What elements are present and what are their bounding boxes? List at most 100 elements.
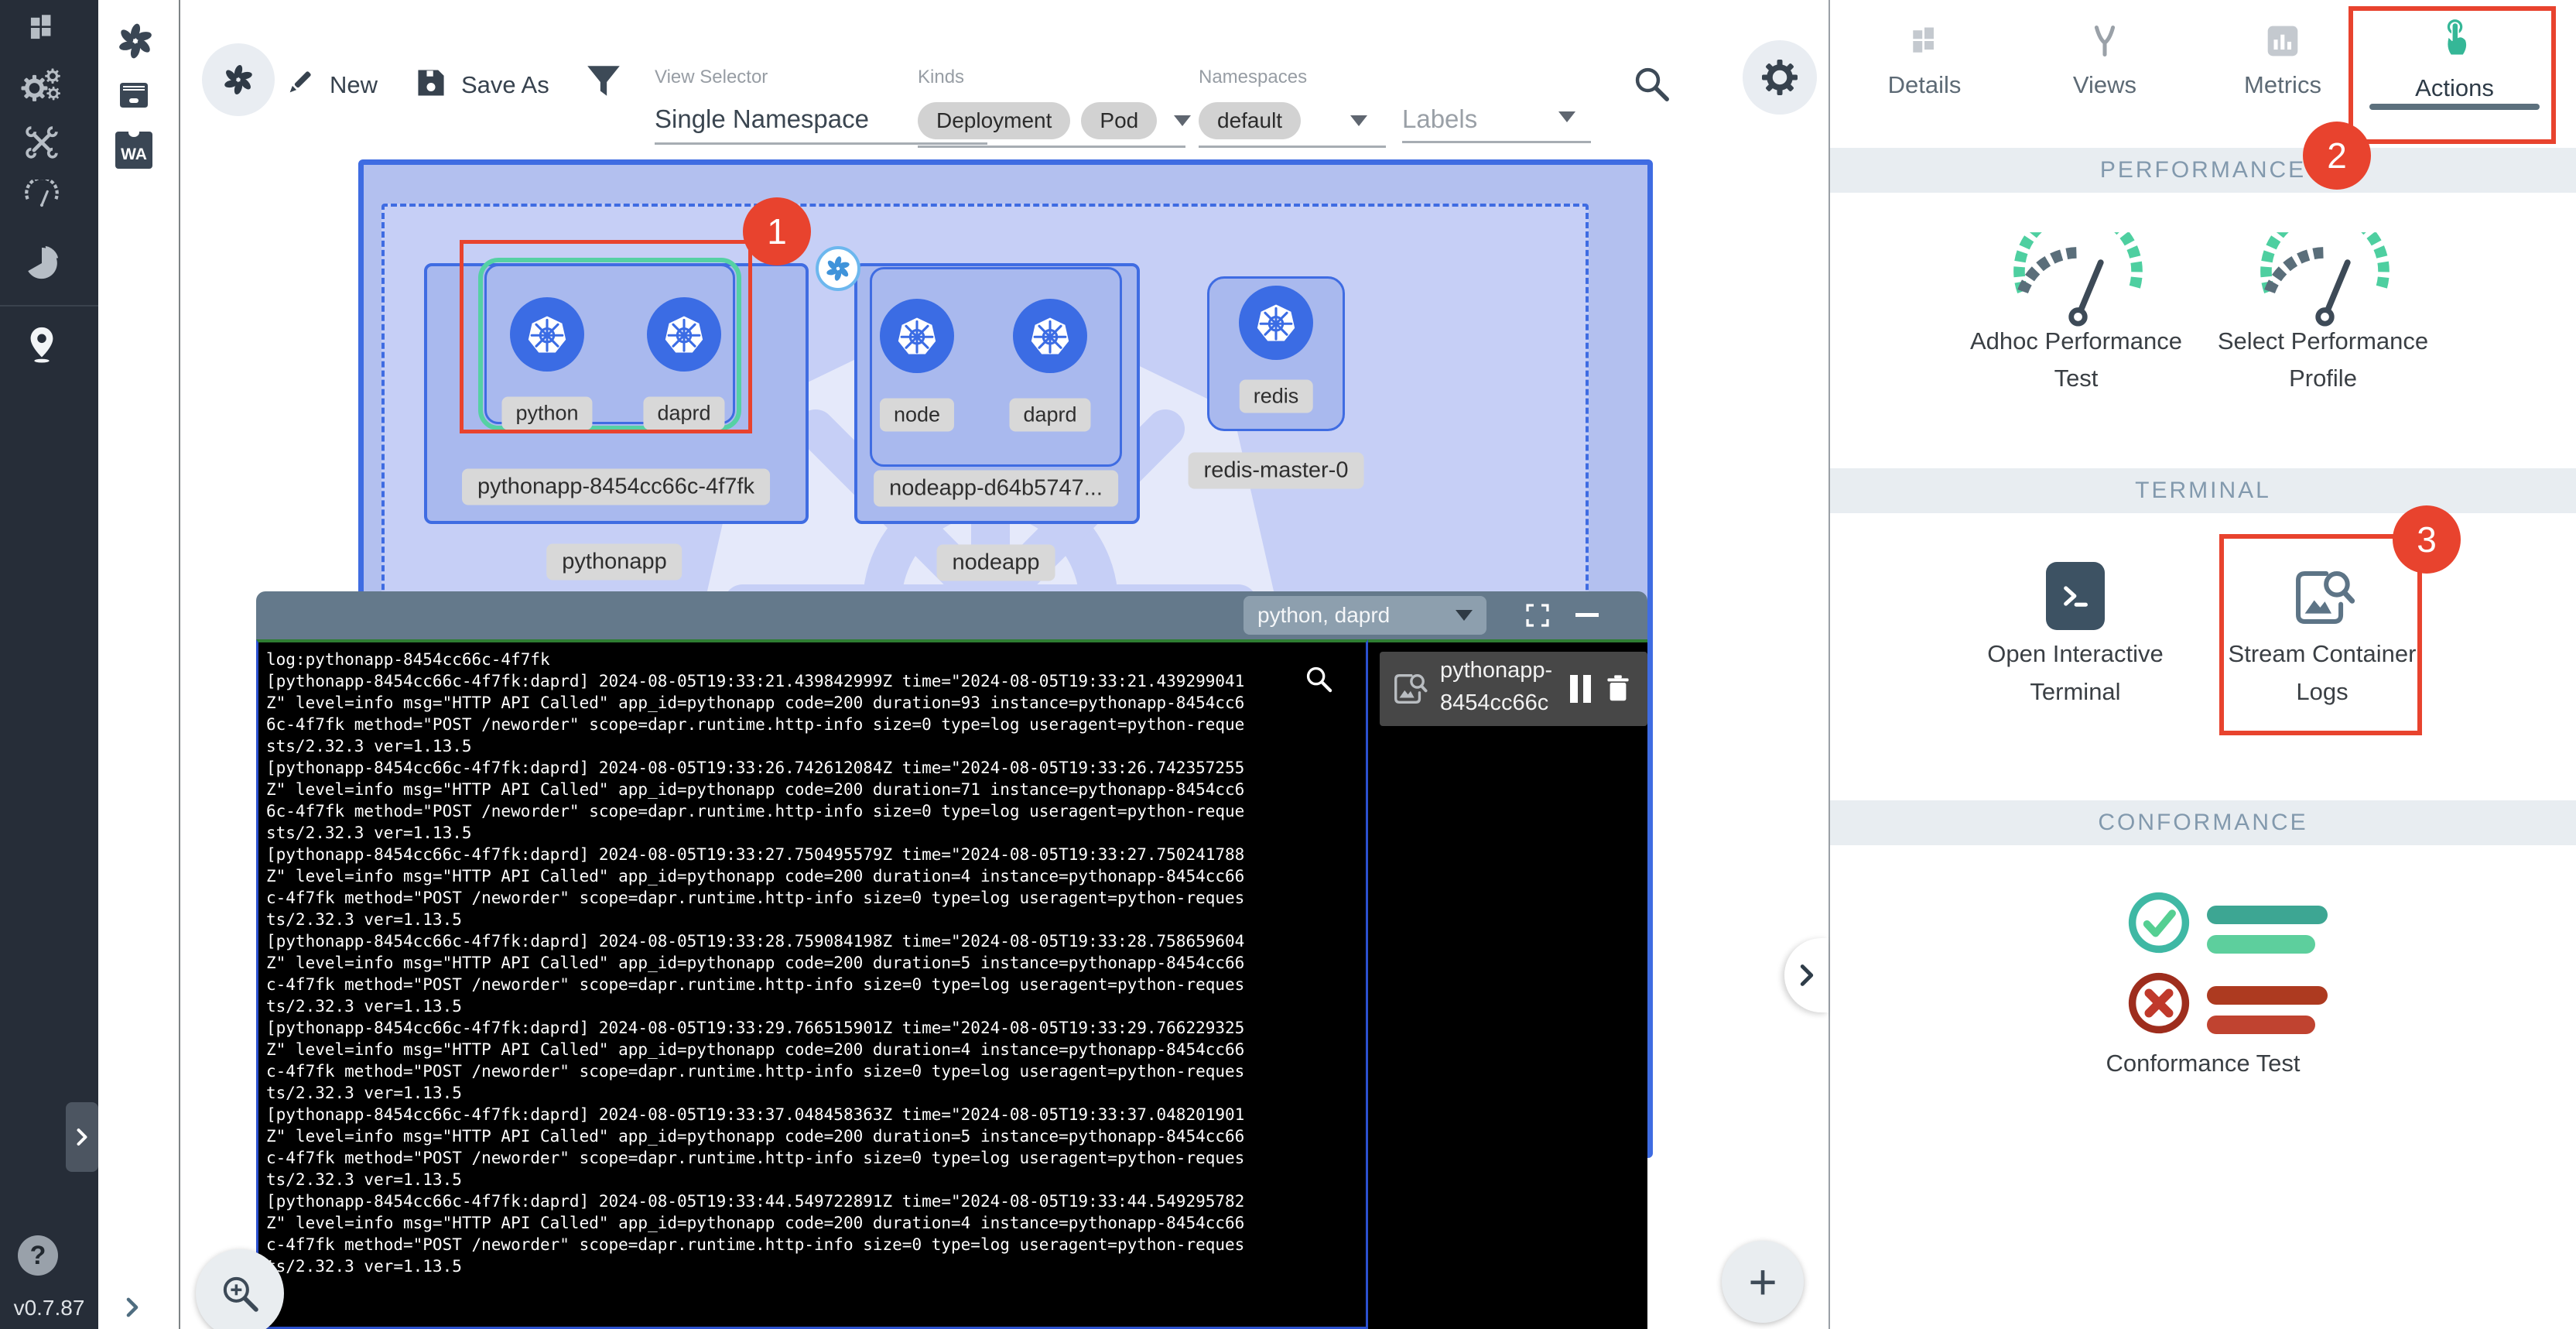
trash-icon[interactable] <box>1603 673 1634 704</box>
pause-icon[interactable] <box>1570 675 1592 703</box>
pass-line <box>2207 906 2328 924</box>
kind-chip[interactable]: Deployment <box>918 102 1070 139</box>
location-pin-icon[interactable] <box>23 325 60 364</box>
webassembly-icon[interactable]: WA <box>115 132 152 169</box>
check-circle-icon <box>2126 889 2192 956</box>
minimize-icon[interactable] <box>1575 613 1599 617</box>
log-stream-tab[interactable]: pythonapp- 8454cc66c <box>1380 652 1647 726</box>
performance-header: PERFORMANCE <box>1830 148 2576 193</box>
labels-dropdown[interactable]: Labels <box>1402 98 1591 141</box>
rail-expand-button[interactable] <box>66 1102 98 1172</box>
container-node[interactable] <box>880 299 954 373</box>
fullscreen-icon[interactable] <box>1524 601 1551 629</box>
kind-chip[interactable]: Pod <box>1081 102 1157 139</box>
help-label: ? <box>30 1241 46 1271</box>
pod-name-label: redis-master-0 <box>1189 453 1364 489</box>
stream-tab-title: 8454cc66c <box>1440 690 1548 716</box>
view-selector-label: View Selector <box>655 67 768 88</box>
zoom-in-icon <box>217 1271 262 1316</box>
namespaces-label: Namespaces <box>1199 67 1307 88</box>
details-grid-icon <box>1907 23 1942 59</box>
annotation-box-1 <box>460 240 752 433</box>
save-as-label: Save As <box>461 71 549 99</box>
chevron-down-icon <box>1558 111 1575 122</box>
labels-placeholder: Labels <box>1402 104 1477 134</box>
settings-button[interactable] <box>1743 40 1817 115</box>
log-text: log:pythonapp-8454cc66c-4f7fk [pythonapp… <box>266 649 1244 1277</box>
dapr-pinwheel-icon <box>823 254 853 283</box>
log-viewport[interactable]: log:pythonapp-8454cc66c-4f7fk [pythonapp… <box>256 639 1368 1329</box>
add-button[interactable]: + <box>1722 1241 1804 1323</box>
pinwheel-icon[interactable] <box>115 20 156 62</box>
dashboard-icon[interactable] <box>25 11 59 45</box>
annotation-badge-3: 3 <box>2393 505 2461 574</box>
chevron-right-icon <box>1792 961 1822 990</box>
container-daprd-node[interactable] <box>1013 299 1087 373</box>
app-root: ? v0.7.87 WA New Save As View Selector S… <box>0 0 2576 1329</box>
container-selector-dropdown[interactable]: python, daprd <box>1244 596 1486 635</box>
pod-name-label: pythonapp-8454cc66c-4f7fk <box>462 469 770 505</box>
new-label: New <box>330 71 378 99</box>
kinds-dropdown[interactable]: Deployment Pod <box>918 102 1191 139</box>
container-redis[interactable] <box>1239 286 1313 360</box>
search-icon[interactable] <box>1630 62 1673 105</box>
help-button[interactable]: ? <box>18 1235 58 1276</box>
stream-tab-title: pythonapp- <box>1440 658 1552 683</box>
gear-icon <box>1760 58 1799 97</box>
kinds-label: Kinds <box>918 67 964 88</box>
pod-name-label: nodeapp-d64b5747... <box>874 471 1118 507</box>
new-button[interactable]: New <box>279 62 387 105</box>
gauge-icon <box>2249 232 2400 331</box>
cluster-flower-icon <box>221 62 256 98</box>
container-selector-value: python, daprd <box>1257 603 1456 628</box>
right-panel <box>1829 0 2576 1329</box>
panel-collapse-button[interactable] <box>1784 938 1829 1012</box>
plugin-rail: WA <box>98 0 180 1329</box>
chevron-right-icon <box>70 1125 94 1149</box>
funnel-icon[interactable] <box>583 60 624 102</box>
conformance-header: CONFORMANCE <box>1830 800 2576 845</box>
pencil-icon <box>282 65 317 101</box>
chevron-down-icon <box>1174 115 1191 126</box>
annotation-box-3 <box>2219 534 2422 735</box>
tools-icon[interactable] <box>24 125 60 160</box>
action-label: Open Interactive <box>1987 640 2163 668</box>
tab-details[interactable]: Details <box>1855 15 1994 116</box>
archive-icon[interactable] <box>115 76 153 115</box>
views-branch-icon <box>2087 23 2123 59</box>
gears-icon[interactable] <box>20 63 63 107</box>
tab-label: Views <box>2073 71 2136 99</box>
terminal-header: python, daprd <box>256 591 1647 639</box>
action-label: Select Performance <box>2218 327 2428 355</box>
terminal-icon <box>2046 562 2105 630</box>
rail-divider <box>0 305 98 307</box>
tab-metrics[interactable]: Metrics <box>2213 15 2352 116</box>
metrics-bars-icon <box>2265 23 2301 59</box>
wa-label: WA <box>115 146 152 164</box>
pie-chart-icon[interactable] <box>23 245 60 282</box>
namespace-chip[interactable]: default <box>1199 102 1301 139</box>
container-label: node <box>880 399 954 432</box>
container-label: redis <box>1240 380 1313 413</box>
deployment-name-label: nodeapp <box>937 545 1055 581</box>
kubernetes-container-icon <box>1252 299 1300 347</box>
magnifier-cursor-icon <box>1302 663 1335 695</box>
namespaces-dropdown[interactable]: default <box>1199 102 1367 139</box>
chevron-down-icon <box>1350 115 1367 126</box>
tab-label: Details <box>1888 71 1962 99</box>
action-label: Terminal <box>2030 678 2120 706</box>
zoom-button[interactable] <box>196 1249 284 1329</box>
save-as-button[interactable]: Save As <box>410 62 557 105</box>
fail-line <box>2207 986 2328 1005</box>
view-selector-value: Single Namespace <box>655 104 869 134</box>
chevron-right-icon[interactable] <box>119 1294 145 1320</box>
annotation-badge-1: 1 <box>743 197 811 265</box>
cluster-button[interactable] <box>202 43 275 116</box>
tab-views[interactable]: Views <box>2035 15 2174 116</box>
deployment-name-label: pythonapp <box>546 544 682 581</box>
version-label: v0.7.87 <box>0 1296 98 1320</box>
dapr-badge <box>816 246 860 291</box>
gauge-icon[interactable] <box>22 180 62 211</box>
plus-label: + <box>1748 1257 1777 1307</box>
kubernetes-container-icon <box>893 312 941 360</box>
